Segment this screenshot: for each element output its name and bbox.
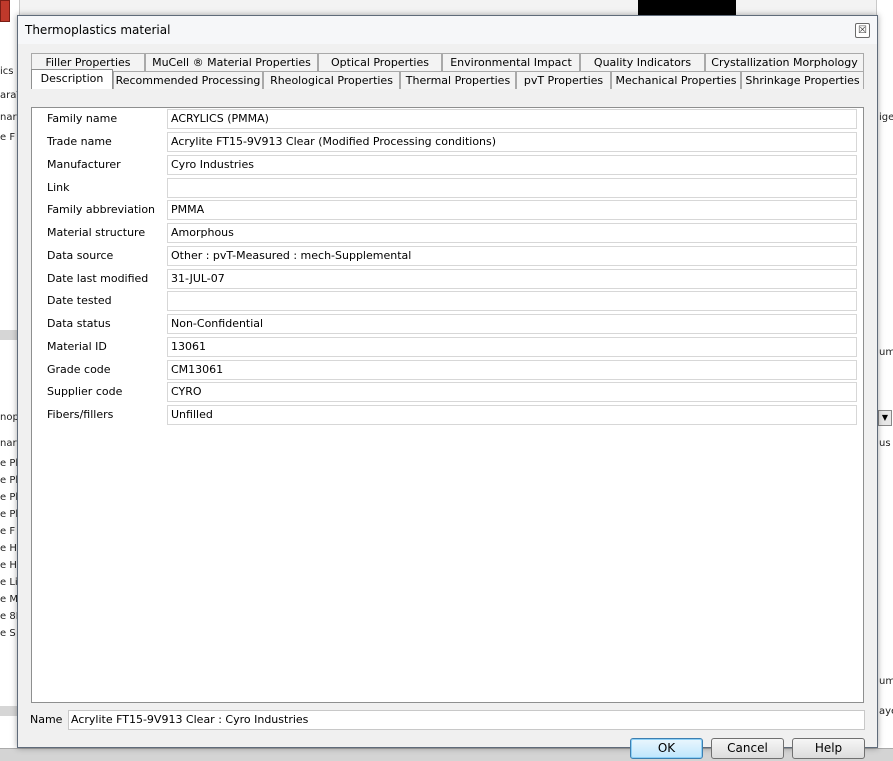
close-icon[interactable]: ☒ bbox=[855, 23, 870, 38]
dialog-titlebar[interactable]: Thermoplastics material ☒ bbox=[18, 16, 877, 44]
background-red-icon bbox=[0, 0, 10, 22]
material-id-field[interactable]: 13061 bbox=[167, 337, 857, 357]
tab-environmental-impact[interactable]: Environmental Impact bbox=[442, 53, 580, 71]
family-name-field[interactable]: ACRYLICS (PMMA) bbox=[167, 109, 857, 129]
tab-shrinkage-properties[interactable]: Shrinkage Properties bbox=[741, 71, 864, 89]
background-dark-region bbox=[638, 0, 736, 16]
property-label: Family abbreviation bbox=[47, 203, 156, 216]
data-status-field[interactable]: Non-Confidential bbox=[167, 314, 857, 334]
trade-name-field[interactable]: Acrylite FT15-9V913 Clear (Modified Proc… bbox=[167, 132, 857, 152]
background-right-panel: ige umn us umn aye bbox=[876, 0, 893, 761]
property-label: Manufacturer bbox=[47, 158, 121, 171]
dialog-title: Thermoplastics material bbox=[25, 23, 171, 37]
material-structure-field[interactable]: Amorphous bbox=[167, 223, 857, 243]
property-label: Fibers/fillers bbox=[47, 408, 114, 421]
tab-mechanical-properties[interactable]: Mechanical Properties bbox=[611, 71, 741, 89]
background-text: ige bbox=[879, 112, 893, 123]
help-button[interactable]: Help bbox=[792, 738, 865, 759]
date-last-modified-field[interactable]: 31-JUL-07 bbox=[167, 269, 857, 289]
background-text: aye bbox=[879, 706, 893, 717]
manufacturer-field[interactable]: Cyro Industries bbox=[167, 155, 857, 175]
background-dropdown-icon: ▼ bbox=[878, 410, 892, 426]
tab-description[interactable]: Description bbox=[31, 69, 113, 89]
background-text: umn bbox=[879, 676, 893, 687]
tab-quality-indicators[interactable]: Quality Indicators bbox=[580, 53, 705, 71]
supplier-code-field[interactable]: CYRO bbox=[167, 382, 857, 402]
property-label: Supplier code bbox=[47, 385, 123, 398]
ok-button[interactable]: OK bbox=[630, 738, 703, 759]
property-label: Trade name bbox=[47, 135, 112, 148]
property-label: Link bbox=[47, 181, 70, 194]
tab-crystallization-morphology[interactable]: Crystallization Morphology bbox=[705, 53, 864, 71]
link-field[interactable] bbox=[167, 178, 857, 198]
tab-rheological-properties[interactable]: Rheological Properties bbox=[263, 71, 400, 89]
property-label: Data status bbox=[47, 317, 111, 330]
name-label: Name bbox=[30, 713, 63, 726]
family-abbreviation-field[interactable]: PMMA bbox=[167, 200, 857, 220]
property-label: Material structure bbox=[47, 226, 146, 239]
cancel-button[interactable]: Cancel bbox=[711, 738, 784, 759]
tab-mucell-material-properties[interactable]: MuCell ® Material Properties bbox=[145, 53, 318, 71]
tab-thermal-properties[interactable]: Thermal Properties bbox=[400, 71, 516, 89]
background-text: us bbox=[879, 438, 891, 449]
dialog-client-area: Filler Properties MuCell ® Material Prop… bbox=[18, 44, 877, 759]
tab-recommended-processing[interactable]: Recommended Processing bbox=[113, 71, 263, 89]
grade-code-field[interactable]: CM13061 bbox=[167, 360, 857, 380]
name-field[interactable]: Acrylite FT15-9V913 Clear : Cyro Industr… bbox=[68, 710, 865, 730]
property-label: Family name bbox=[47, 112, 118, 125]
date-tested-field[interactable] bbox=[167, 291, 857, 311]
property-label: Data source bbox=[47, 249, 114, 262]
thermoplastics-material-dialog: Thermoplastics material ☒ Filler Propert… bbox=[17, 15, 878, 759]
tab-pvt-properties[interactable]: pvT Properties bbox=[516, 71, 611, 89]
tab-optical-properties[interactable]: Optical Properties bbox=[318, 53, 442, 71]
property-label: Date last modified bbox=[47, 272, 149, 285]
description-panel: Family name ACRYLICS (PMMA) Trade name A… bbox=[31, 107, 864, 703]
property-label: Date tested bbox=[47, 294, 112, 307]
data-source-field[interactable]: Other : pvT-Measured : mech-Supplemental bbox=[167, 246, 857, 266]
property-label: Grade code bbox=[47, 363, 111, 376]
background-text: umn bbox=[879, 347, 893, 358]
property-label: Material ID bbox=[47, 340, 107, 353]
fibers-fillers-field[interactable]: Unfilled bbox=[167, 405, 857, 425]
